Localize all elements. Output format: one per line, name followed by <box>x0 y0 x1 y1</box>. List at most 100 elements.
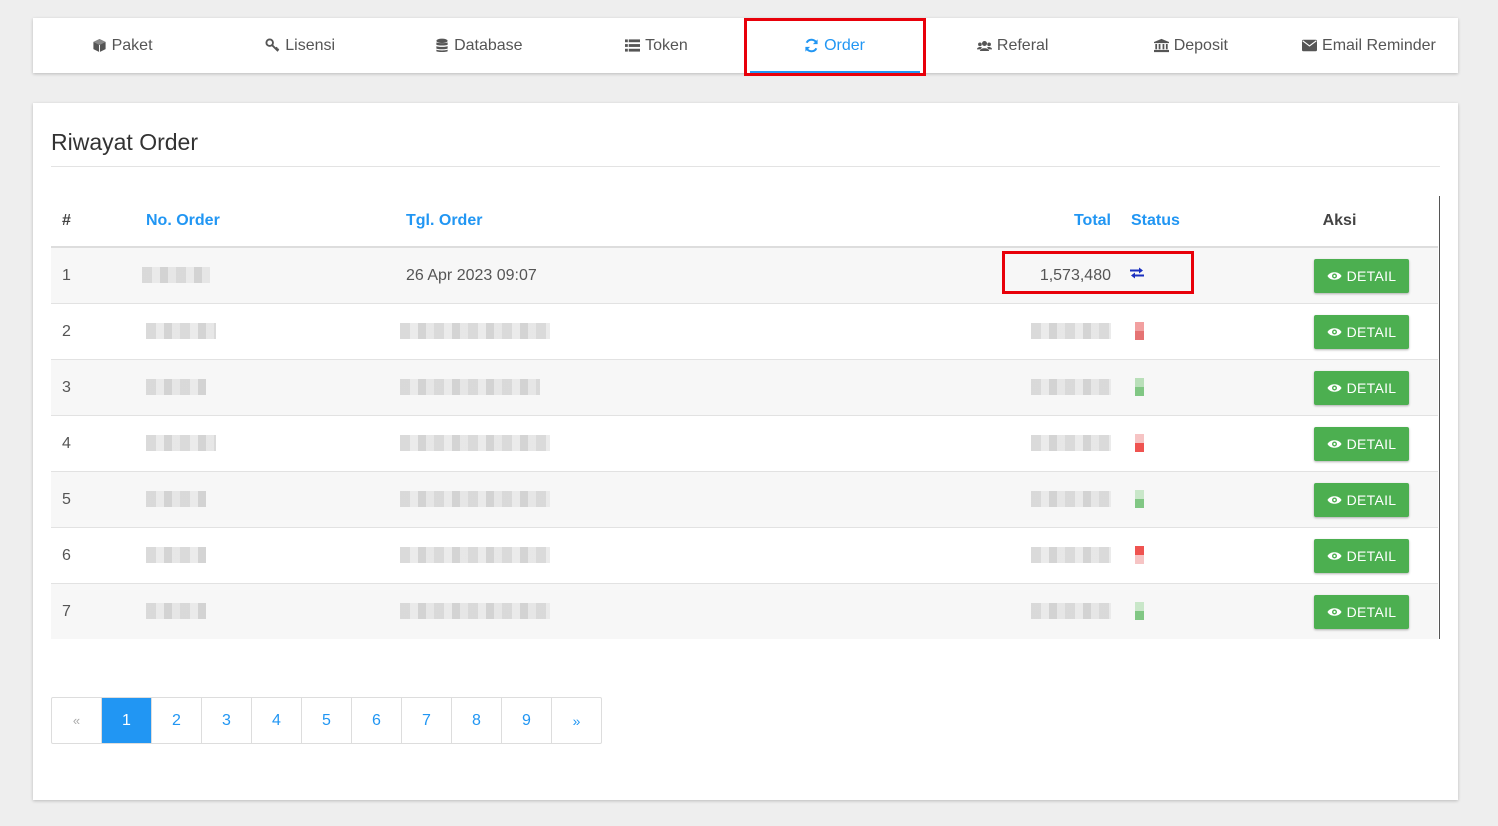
tab-label: Paket <box>111 36 153 54</box>
col-header-status[interactable]: Status <box>1111 196 1241 248</box>
envelope-icon <box>1302 38 1318 53</box>
detail-button[interactable]: DETAIL <box>1313 258 1410 293</box>
tab-lisensi[interactable]: Lisensi <box>211 18 389 73</box>
tab-email-reminder[interactable]: Email Reminder <box>1280 18 1458 73</box>
table-row: 2 DETAIL <box>51 303 1438 360</box>
tab-label: Token <box>645 36 688 54</box>
order-no-cell <box>142 246 406 304</box>
redacted-total <box>1031 603 1111 620</box>
status-indicator <box>1125 602 1145 621</box>
redacted-order-date <box>400 323 550 340</box>
redacted-order-no <box>146 379 206 396</box>
table-row: 4 DETAIL <box>51 415 1438 472</box>
status-indicator <box>1125 546 1145 565</box>
tab-label: Lisensi <box>285 36 336 54</box>
col-header-num: # <box>51 196 146 248</box>
pagination-page-1[interactable]: 1 <box>101 698 151 743</box>
col-header-total[interactable]: Total <box>996 196 1111 248</box>
redacted-order-date <box>400 435 550 452</box>
status-cell <box>1111 359 1241 416</box>
redacted-order-no <box>146 547 206 564</box>
detail-button-label: DETAIL <box>1346 267 1397 284</box>
detail-button-label: DETAIL <box>1346 491 1397 508</box>
pagination-page-8[interactable]: 8 <box>451 698 501 743</box>
database-icon <box>434 38 449 53</box>
eye-icon <box>1327 439 1342 448</box>
pagination-page-3[interactable]: 3 <box>201 698 251 743</box>
total-cell <box>996 583 1111 639</box>
row-number: 1 <box>51 246 146 304</box>
order-table: # No. Order Tgl. Order Total Status Aksi… <box>51 196 1438 639</box>
pagination-page-5[interactable]: 5 <box>301 698 351 743</box>
col-header-action: Aksi <box>1241 196 1438 248</box>
detail-button[interactable]: DETAIL <box>1313 370 1410 405</box>
detail-button[interactable]: DETAIL <box>1313 314 1410 349</box>
total-cell <box>996 527 1111 584</box>
total-cell <box>996 303 1111 360</box>
total-cell <box>996 359 1111 416</box>
pagination-prev[interactable]: « <box>52 698 101 743</box>
pagination-page-6[interactable]: 6 <box>351 698 401 743</box>
detail-button[interactable]: DETAIL <box>1313 538 1410 573</box>
redacted-total <box>1031 323 1111 340</box>
row-number: 7 <box>51 583 146 639</box>
col-header-order-no[interactable]: No. Order <box>146 196 406 248</box>
detail-button-label: DETAIL <box>1346 547 1397 564</box>
redacted-order-date <box>400 603 550 620</box>
order-no-cell <box>146 527 406 584</box>
detail-button-label: DETAIL <box>1346 323 1397 340</box>
order-table-container: # No. Order Tgl. Order Total Status Aksi… <box>51 196 1440 639</box>
tab-paket[interactable]: Paket <box>33 18 211 73</box>
row-number: 5 <box>51 471 146 528</box>
action-cell: DETAIL <box>1241 415 1438 472</box>
key-icon <box>265 38 280 53</box>
pagination-page-9[interactable]: 9 <box>501 698 551 743</box>
tab-label: Order <box>824 36 866 54</box>
tab-label: Referal <box>996 36 1049 54</box>
status-indicator <box>1125 322 1145 341</box>
status-indicator <box>1125 490 1145 509</box>
action-cell: DETAIL <box>1241 527 1438 584</box>
action-cell: DETAIL <box>1241 359 1438 416</box>
order-history-panel: Riwayat Order # No. Order Tgl. Order Tot… <box>33 103 1458 800</box>
tab-order[interactable]: Order <box>743 18 926 76</box>
action-cell: DETAIL <box>1241 583 1438 639</box>
tab-token[interactable]: Token <box>567 18 745 73</box>
action-cell: DETAIL <box>1241 246 1438 304</box>
eye-icon <box>1327 383 1342 392</box>
eye-icon <box>1327 271 1342 280</box>
pagination-page-2[interactable]: 2 <box>151 698 201 743</box>
action-cell: DETAIL <box>1241 471 1438 528</box>
tab-referal[interactable]: Referal <box>924 18 1102 73</box>
status-cell <box>1111 583 1241 639</box>
table-row: 3 DETAIL <box>51 359 1438 416</box>
row-number: 2 <box>51 303 146 360</box>
refresh-icon <box>804 38 819 53</box>
eye-icon <box>1327 607 1342 616</box>
detail-button[interactable]: DETAIL <box>1313 594 1410 629</box>
pagination-page-4[interactable]: 4 <box>251 698 301 743</box>
redacted-order-date <box>400 379 540 396</box>
order-date-cell: 26 Apr 2023 09:07 <box>406 246 996 304</box>
detail-button[interactable]: DETAIL <box>1313 426 1410 461</box>
pagination-page-7[interactable]: 7 <box>401 698 451 743</box>
redacted-order-no <box>146 323 216 340</box>
order-date-cell <box>400 359 996 416</box>
row-number: 4 <box>51 415 146 472</box>
tab-database[interactable]: Database <box>389 18 567 73</box>
action-cell: DETAIL <box>1241 303 1438 360</box>
order-no-cell <box>146 583 406 639</box>
order-no-cell <box>146 471 406 528</box>
total-cell: 1,573,480 <box>996 246 1111 304</box>
redacted-order-no <box>146 435 216 452</box>
table-row: 5 DETAIL <box>51 471 1438 528</box>
redacted-total <box>1031 547 1111 564</box>
row-number: 6 <box>51 527 146 584</box>
detail-button[interactable]: DETAIL <box>1313 482 1410 517</box>
pagination-next[interactable]: » <box>551 698 601 743</box>
tab-deposit[interactable]: Deposit <box>1102 18 1280 73</box>
order-date-cell <box>400 527 996 584</box>
order-date-cell <box>400 471 996 528</box>
status-cell <box>1111 527 1241 584</box>
col-header-order-date[interactable]: Tgl. Order <box>406 196 996 248</box>
